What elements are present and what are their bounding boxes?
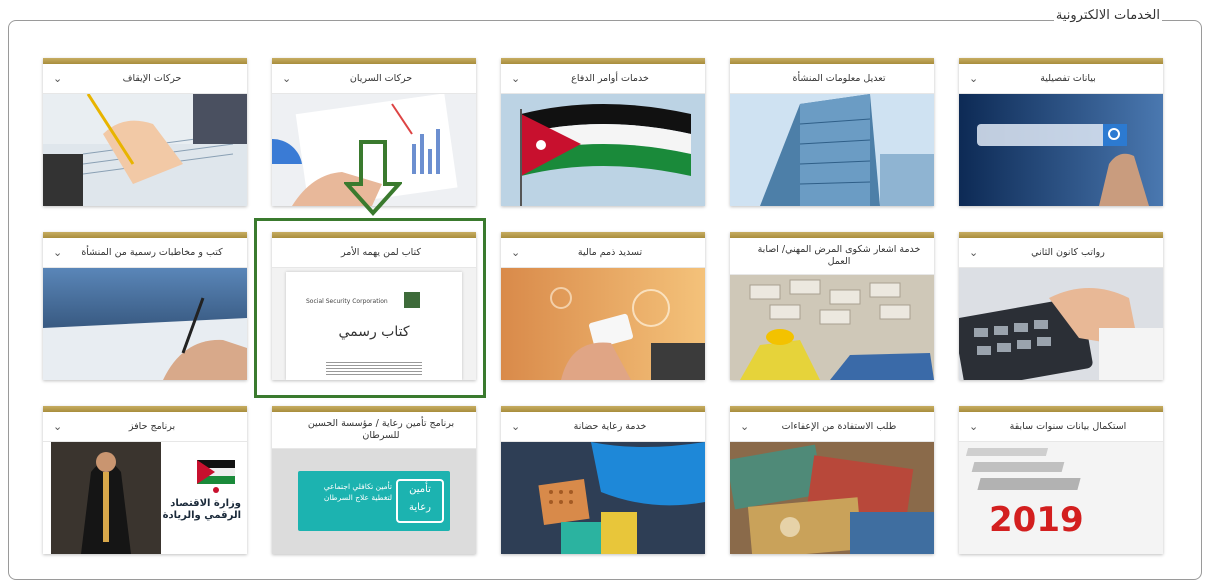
card-title: حركات السريان [349, 72, 413, 84]
card-official-letters[interactable]: كتب و مخاطبات رسمية من المنشأة ⌄ [43, 232, 247, 380]
ministry-name: وزارة الاقتصاد الرقمي والريادة [162, 498, 241, 521]
card-title: طلب الاستفادة من الإعفاءات [781, 420, 897, 432]
card-financial-dues[interactable]: تسديد ذمم مالية ⌄ [501, 232, 705, 380]
card-title: خدمات أوامر الدفاع [571, 72, 649, 84]
card-exemptions[interactable]: طلب الاستفادة من الإعفاءات ⌄ [730, 406, 934, 554]
card-facility-info[interactable]: تعديل معلومات المنشأة [730, 58, 934, 206]
card-details[interactable]: بيانات تفصيلية ⌄ [959, 58, 1163, 206]
card-title: استكمال بيانات سنوات سابقة [1009, 420, 1127, 432]
reaya-caption: تأمين تكافلي اجتماعي لتغطية علاج السرطان [323, 482, 392, 502]
card-image: وزارة الاقتصاد الرقمي والريادة [43, 442, 247, 554]
card-image [43, 268, 247, 380]
card-suspension[interactable]: حركات الإيقاف ⌄ [43, 58, 247, 206]
card-occupational-disease[interactable]: خدمة اشعار شكوى المرض المهني/ اصابة العم… [730, 232, 934, 380]
card-image [730, 442, 934, 554]
down-arrow-icon [344, 140, 402, 216]
chevron-down-icon[interactable]: ⌄ [53, 419, 62, 432]
card-january-salaries[interactable]: رواتب كانون الثاني ⌄ [959, 232, 1163, 380]
chevron-down-icon[interactable]: ⌄ [282, 71, 291, 84]
card-title: خدمة اشعار شكوى المرض المهني/ اصابة العم… [757, 244, 921, 267]
card-image [959, 94, 1163, 206]
chevron-down-icon[interactable]: ⌄ [511, 245, 520, 258]
card-title: خدمة رعاية حضانة [573, 420, 647, 432]
card-previous-years[interactable]: استكمال بيانات سنوات سابقة ⌄ 2019 [959, 406, 1163, 554]
chevron-down-icon[interactable]: ⌄ [53, 71, 62, 84]
highlight-box [254, 218, 486, 398]
card-image [501, 94, 705, 206]
jordan-emblem-icon [197, 460, 235, 493]
card-image [501, 268, 705, 380]
chevron-down-icon[interactable]: ⌄ [740, 419, 749, 432]
card-title: بيانات تفصيلية [1040, 72, 1096, 84]
card-image [43, 94, 247, 206]
card-title: برنامج تأمين رعاية / مؤسسة الحسين للسرطا… [307, 418, 455, 441]
card-image [501, 442, 705, 554]
card-defense-orders[interactable]: خدمات أوامر الدفاع ⌄ [501, 58, 705, 206]
card-reaya[interactable]: برنامج تأمين رعاية / مؤسسة الحسين للسرطا… [272, 406, 476, 554]
card-childcare[interactable]: خدمة رعاية حضانة ⌄ [501, 406, 705, 554]
card-hafez[interactable]: برنامج حافز ⌄ وزارة الاقتصاد الرقمي والري… [43, 406, 247, 554]
chevron-down-icon[interactable]: ⌄ [511, 71, 520, 84]
card-image: 2019 [959, 442, 1163, 554]
section-title: الخدمات الالكترونية [1053, 8, 1162, 23]
chevron-down-icon[interactable]: ⌄ [969, 419, 978, 432]
chevron-down-icon[interactable]: ⌄ [511, 419, 520, 432]
chevron-down-icon[interactable]: ⌄ [969, 71, 978, 84]
chevron-down-icon[interactable]: ⌄ [969, 245, 978, 258]
chevron-down-icon[interactable]: ⌄ [53, 245, 62, 258]
card-image [959, 268, 1163, 380]
reaya-logo: تأمين رعاية [396, 479, 444, 523]
year-label: 2019 [989, 500, 1084, 540]
card-title: كتب و مخاطبات رسمية من المنشأة [81, 246, 223, 258]
card-title: برنامج حافز [128, 420, 176, 432]
card-title: حركات الإيقاف [122, 72, 182, 84]
card-title: تسديد ذمم مالية [577, 246, 643, 258]
card-image [730, 275, 934, 380]
card-title: رواتب كانون الثاني [1031, 246, 1105, 258]
card-image: تأمين رعاية تأمين تكافلي اجتماعي لتغطية … [272, 449, 476, 554]
reaya-banner: تأمين رعاية تأمين تكافلي اجتماعي لتغطية … [298, 471, 450, 531]
card-image [730, 94, 934, 206]
card-title: تعديل معلومات المنشأة [792, 72, 886, 84]
